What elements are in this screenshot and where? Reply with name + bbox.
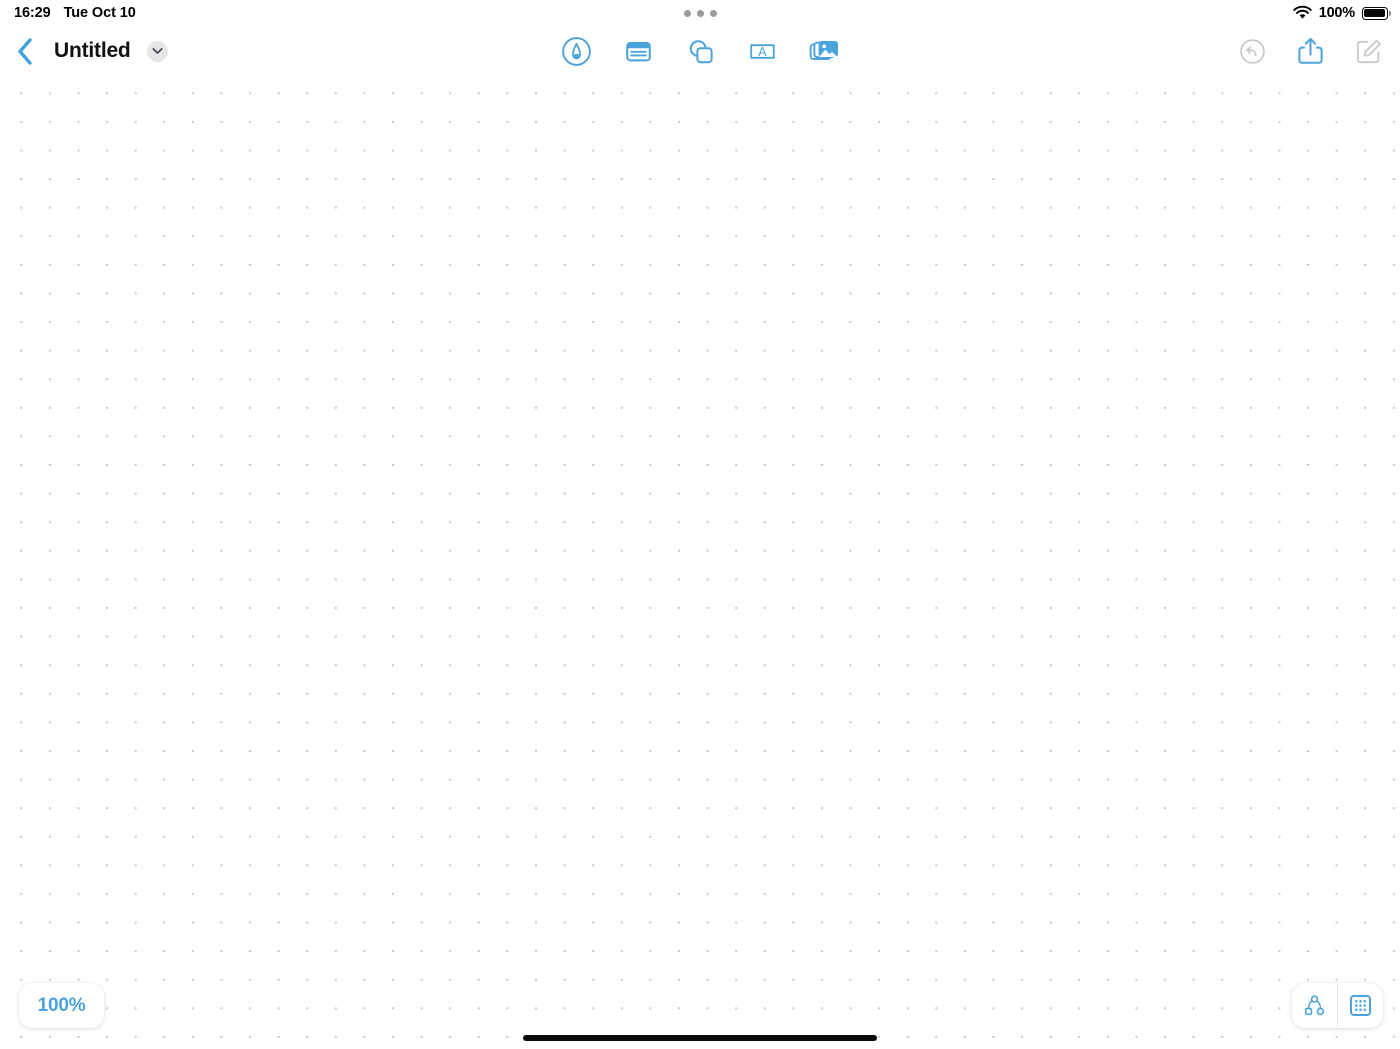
home-indicator[interactable] bbox=[523, 1035, 877, 1041]
compose-square-icon bbox=[1356, 39, 1381, 63]
node-graph-icon bbox=[1304, 995, 1325, 1016]
svg-text:A: A bbox=[758, 45, 767, 59]
tool-palette: A bbox=[0, 26, 1400, 76]
navigation-toolbar: Untitled A bbox=[0, 26, 1400, 76]
note-card-icon bbox=[625, 41, 651, 61]
text-box-icon: A bbox=[749, 43, 775, 59]
multitask-dot bbox=[683, 9, 691, 17]
view-mode-controls bbox=[1292, 983, 1383, 1028]
battery-full-icon bbox=[1362, 6, 1391, 20]
battery-fill bbox=[1364, 8, 1385, 18]
edit-button[interactable] bbox=[1350, 33, 1386, 69]
shapes-tool-button[interactable] bbox=[682, 33, 718, 69]
navbar-right bbox=[1234, 26, 1386, 76]
multitask-dot bbox=[709, 9, 717, 17]
ipad-screen: 16:29 Tue Oct 10 100% Untitled A 100% bbox=[0, 0, 1400, 1049]
grid-icon bbox=[1350, 995, 1371, 1016]
share-up-icon bbox=[1297, 37, 1323, 64]
zoom-level-label: 100% bbox=[37, 994, 86, 1016]
document-canvas[interactable] bbox=[0, 76, 1400, 1049]
multitask-handle-icon[interactable] bbox=[0, 0, 1400, 26]
battery-percent: 100% bbox=[1318, 5, 1355, 21]
pen-circle-icon bbox=[561, 36, 591, 66]
zoom-level-button[interactable]: 100% bbox=[19, 983, 104, 1028]
status-bar-right: 100% bbox=[1292, 0, 1391, 26]
photos-icon bbox=[809, 40, 838, 60]
image-tool-button[interactable] bbox=[806, 33, 842, 69]
text-tool-button[interactable]: A bbox=[744, 33, 780, 69]
wifi-icon bbox=[1292, 5, 1312, 20]
shapes-icon bbox=[689, 39, 713, 63]
multitask-dot bbox=[696, 9, 704, 17]
undo-circle-icon bbox=[1239, 38, 1265, 64]
share-button[interactable] bbox=[1292, 33, 1328, 69]
pen-tool-button[interactable] bbox=[558, 33, 594, 69]
note-tool-button[interactable] bbox=[620, 33, 656, 69]
undo-button[interactable] bbox=[1234, 33, 1270, 69]
grid-view-button[interactable] bbox=[1338, 983, 1383, 1028]
status-bar: 16:29 Tue Oct 10 100% bbox=[0, 0, 1400, 26]
mindmap-view-button[interactable] bbox=[1292, 983, 1337, 1028]
